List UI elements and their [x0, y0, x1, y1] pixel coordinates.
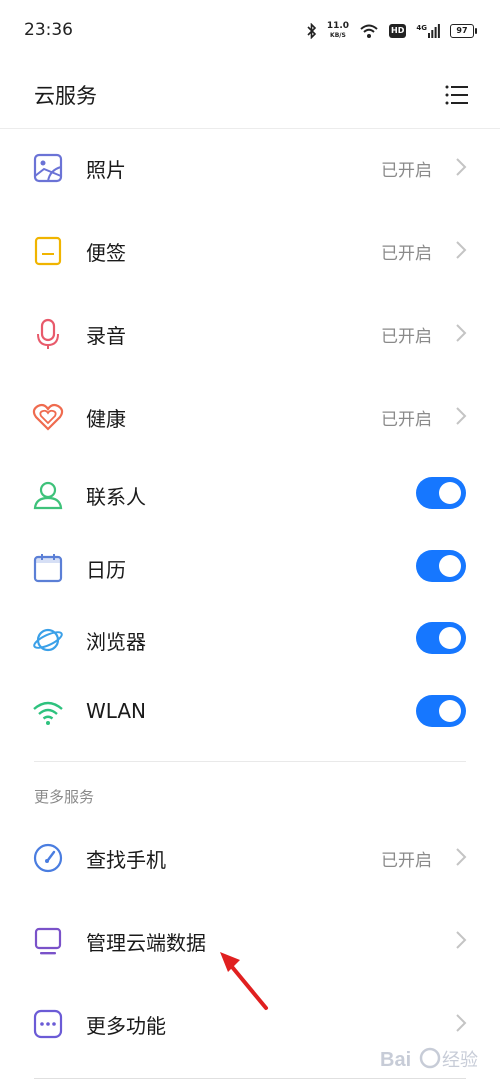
- service-status: 已开启: [381, 410, 432, 430]
- contacts-sync-toggle[interactable]: [416, 477, 466, 509]
- service-label: WLAN: [86, 699, 147, 723]
- service-label: 便签: [86, 241, 126, 265]
- service-status: 已开启: [381, 244, 432, 264]
- contact-icon: [33, 481, 63, 510]
- more-label: 更多功能: [86, 1014, 166, 1038]
- status-time: 23:36: [24, 20, 73, 40]
- browser-planet-icon: [33, 628, 63, 652]
- chevron-right-icon: [456, 407, 467, 425]
- notes-icon: [34, 236, 62, 266]
- service-label: 照片: [86, 158, 126, 182]
- service-row-photos[interactable]: 照片 已开启: [0, 137, 500, 197]
- wlan-sync-toggle[interactable]: [416, 695, 466, 727]
- toggle-knob: [439, 627, 461, 649]
- baidu-jingyan-watermark: Bai 经验: [380, 1047, 478, 1071]
- service-label: 日历: [86, 558, 126, 582]
- chevron-right-icon: [456, 931, 467, 949]
- service-status: 已开启: [381, 327, 432, 347]
- battery-indicator: 97: [450, 24, 477, 38]
- svg-text:经验: 经验: [442, 1050, 478, 1071]
- service-label: 健康: [86, 407, 126, 431]
- service-status: 已开启: [381, 161, 432, 181]
- service-row-browser: 浏览器: [0, 609, 500, 669]
- more-functions-icon: [33, 1009, 63, 1039]
- microphone-icon: [37, 318, 59, 349]
- signal-indicator: 4G: [416, 24, 440, 38]
- more-label: 管理云端数据: [86, 931, 206, 955]
- calendar-icon: [33, 554, 63, 583]
- header: 云服务: [0, 62, 500, 129]
- service-label: 联系人: [86, 485, 146, 509]
- chevron-right-icon: [456, 1014, 467, 1032]
- more-label: 查找手机: [86, 848, 166, 872]
- signal-bars-icon: [428, 24, 440, 38]
- chevron-right-icon: [456, 158, 467, 176]
- wifi-icon: [33, 701, 63, 725]
- calendar-sync-toggle[interactable]: [416, 550, 466, 582]
- cloud-data-monitor-icon: [34, 927, 62, 955]
- page-title: 云服务: [34, 84, 97, 108]
- service-label: 录音: [86, 324, 126, 348]
- service-row-health[interactable]: 健康 已开启: [0, 386, 500, 446]
- browser-sync-toggle[interactable]: [416, 622, 466, 654]
- annotation-arrow: [220, 952, 268, 1010]
- more-services-heading: 更多服务: [34, 788, 95, 806]
- status-bar: 23:36 11.0 KB/S HD 4G 97: [0, 0, 500, 62]
- service-label: 浏览器: [86, 630, 146, 654]
- bottom-divider: [34, 1078, 466, 1079]
- health-heart-icon: [32, 403, 64, 431]
- status-icons: 11.0 KB/S HD 4G 97: [307, 20, 477, 42]
- hd-badge: HD: [389, 24, 407, 38]
- more-status: 已开启: [381, 851, 432, 871]
- list-menu-icon[interactable]: [444, 82, 470, 108]
- service-row-recorder[interactable]: 录音 已开启: [0, 303, 500, 363]
- chevron-right-icon: [456, 324, 467, 342]
- network-speed: 11.0 KB/S: [326, 21, 350, 40]
- find-phone-gauge-icon: [33, 843, 63, 873]
- section-divider: [34, 761, 466, 762]
- bluetooth-icon: [307, 23, 316, 39]
- wifi-status-icon: [360, 24, 378, 38]
- toggle-knob: [439, 700, 461, 722]
- svg-text:Bai: Bai: [380, 1049, 411, 1071]
- toggle-knob: [439, 482, 461, 504]
- chevron-right-icon: [456, 241, 467, 259]
- photo-icon: [33, 153, 63, 183]
- service-row-wlan: WLAN: [0, 682, 500, 742]
- toggle-knob: [439, 555, 461, 577]
- more-row-find-phone[interactable]: 查找手机 已开启: [0, 827, 500, 887]
- service-row-notes[interactable]: 便签 已开启: [0, 220, 500, 280]
- service-row-calendar: 日历: [0, 537, 500, 597]
- chevron-right-icon: [456, 848, 467, 866]
- service-row-contacts: 联系人: [0, 464, 500, 524]
